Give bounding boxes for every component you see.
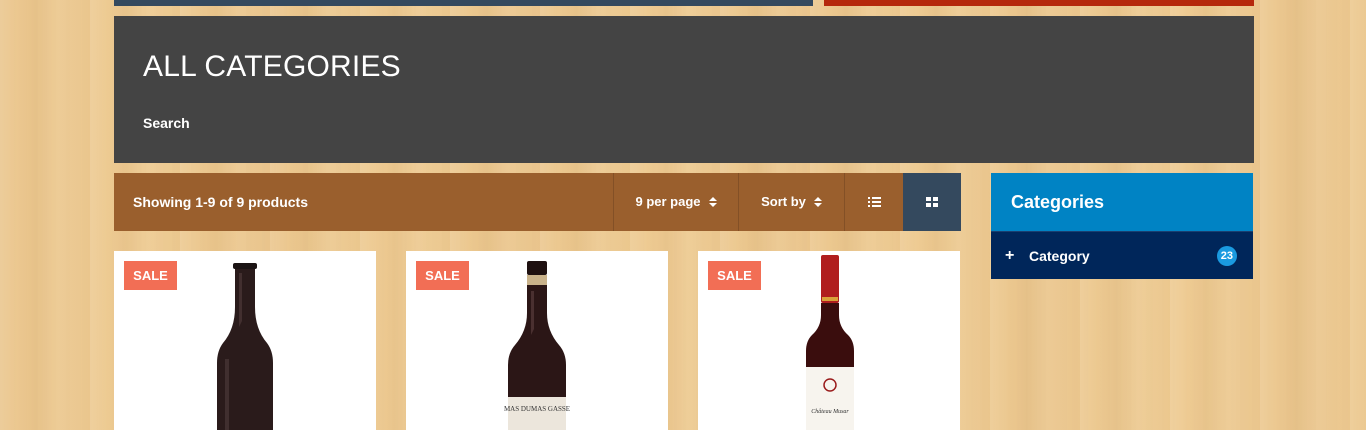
list-view-button[interactable] (844, 173, 903, 231)
sort-updown-icon (708, 197, 717, 207)
per-page-label: 9 per page (635, 194, 701, 209)
wine-bottle-image: MAS DUMAS GASSE (504, 261, 570, 430)
sidebar-item-category[interactable]: + Category 23 (991, 231, 1253, 279)
sort-by-select[interactable]: Sort by (738, 173, 844, 231)
count-badge: 23 (1216, 245, 1237, 266)
bottle-label-text: Château Musar (811, 409, 849, 415)
product-card[interactable]: SALE (114, 251, 376, 430)
top-nav-bar-right (824, 0, 1254, 6)
grid-view-icon (926, 197, 938, 207)
wine-bottle-image: Château Musar (806, 255, 854, 430)
sidebar-item-label: Category (1029, 247, 1090, 264)
sort-updown-icon (813, 197, 822, 207)
categories-sidebar: Categories + Category 23 (991, 173, 1253, 279)
sale-badge: SALE (708, 261, 761, 290)
plus-icon[interactable]: + (1005, 247, 1029, 265)
breadcrumb-search-link[interactable]: Search (143, 115, 190, 131)
per-page-select[interactable]: 9 per page (613, 173, 738, 231)
list-view-icon (867, 197, 881, 207)
sidebar-title: Categories (991, 173, 1253, 231)
top-nav-bar-left (114, 0, 813, 6)
page-header: ALL CATEGORIES Search (114, 16, 1254, 163)
results-count: Showing 1-9 of 9 products (133, 194, 309, 210)
bottle-label-text: MAS DUMAS GASSE (504, 405, 570, 413)
grid-view-button[interactable] (903, 173, 961, 231)
page-title: ALL CATEGORIES (143, 50, 401, 83)
product-card[interactable]: SALE MAS DUMAS GASSE (406, 251, 668, 430)
sale-badge: SALE (416, 261, 469, 290)
product-card[interactable]: SALE Château Musar (698, 251, 960, 430)
sale-badge: SALE (124, 261, 177, 290)
wine-bottle-image (217, 263, 273, 430)
product-toolbar: Showing 1-9 of 9 products 9 per page Sor… (114, 173, 961, 231)
sort-by-label: Sort by (761, 194, 806, 209)
